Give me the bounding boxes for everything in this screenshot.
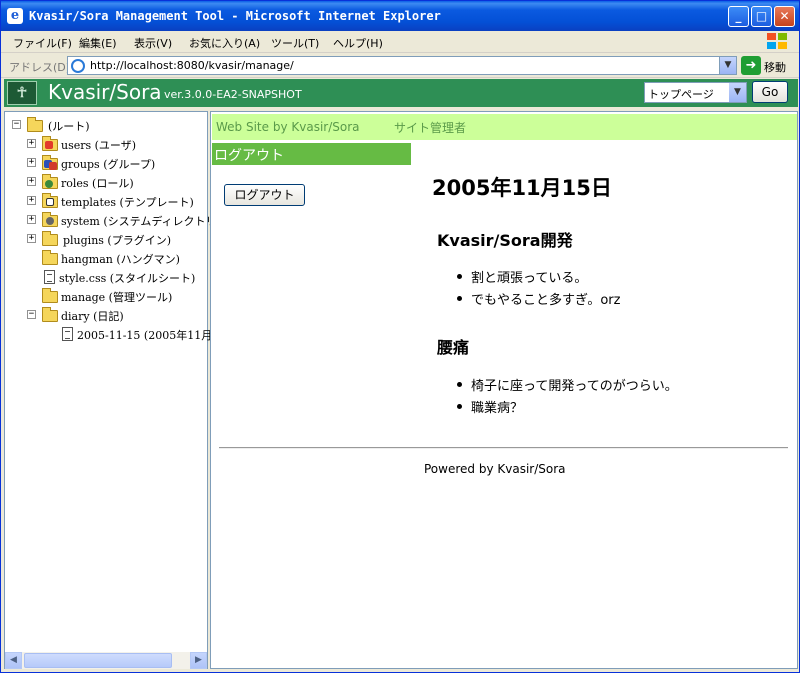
expand-icon[interactable]: + xyxy=(27,158,36,167)
expand-icon[interactable]: + xyxy=(27,234,36,243)
address-dropdown-icon[interactable]: ▼ xyxy=(719,57,736,74)
templates-badge-icon xyxy=(46,198,54,206)
scroll-left-icon[interactable]: ◀ xyxy=(5,652,22,669)
expand-icon[interactable]: + xyxy=(27,139,36,148)
collapse-icon[interactable]: − xyxy=(12,120,21,129)
gear-icon xyxy=(46,217,54,225)
folder-icon xyxy=(42,250,58,265)
menu-help[interactable]: ヘルプ(H) xyxy=(333,35,383,51)
entry-date: 2005年11月15日 xyxy=(432,176,612,200)
logout-heading: ログアウト xyxy=(212,143,411,165)
address-bar: アドレス(D) http://localhost:8080/kvasir/man… xyxy=(1,54,799,78)
tree-label[interactable]: groups (グループ) xyxy=(61,156,155,172)
roles-badge-icon xyxy=(45,180,53,188)
go-arrow-icon[interactable]: ➜ xyxy=(741,56,761,75)
footer: Powered by Kvasir/Sora xyxy=(424,462,566,476)
address-input[interactable]: http://localhost:8080/kvasir/manage/ ▼ xyxy=(67,56,737,75)
site-header: ☥ Kvasir/Sora ver.3.0.0-EA2-SNAPSHOT トップ… xyxy=(4,79,798,107)
section-heading-dev: Kvasir/Sora開発 xyxy=(437,231,573,250)
expand-icon[interactable]: + xyxy=(27,196,36,205)
address-label: アドレス(D) xyxy=(9,61,71,74)
users-badge-icon xyxy=(45,141,53,149)
expand-icon[interactable]: + xyxy=(27,177,36,186)
minimize-button[interactable]: _ xyxy=(728,6,749,27)
page-select[interactable]: トップページ ▼ xyxy=(644,82,747,103)
admin-link[interactable]: サイト管理者 xyxy=(394,119,466,136)
folder-icon xyxy=(42,231,58,246)
tree-label[interactable]: templates (テンプレート) xyxy=(61,194,194,210)
scroll-right-icon[interactable]: ▶ xyxy=(190,652,207,669)
tree-label[interactable]: diary (日記) xyxy=(61,308,124,324)
folder-icon xyxy=(42,307,58,322)
folder-icon xyxy=(27,117,43,132)
title-bar[interactable]: e Kvasir/Sora Management Tool - Microsof… xyxy=(1,1,799,31)
chevron-down-icon[interactable]: ▼ xyxy=(729,83,746,102)
expand-icon[interactable]: + xyxy=(27,215,36,224)
horizontal-scrollbar[interactable]: ◀ ▶ xyxy=(5,652,207,669)
list-item: 椅子に座って開発ってのがつらい。 xyxy=(457,375,678,394)
windows-logo-icon xyxy=(767,33,789,51)
tree-label[interactable]: manage (管理ツール) xyxy=(61,289,172,305)
section-heading-backache: 腰痛 xyxy=(437,338,470,357)
menu-tools[interactable]: ツール(T) xyxy=(271,35,319,51)
page-icon xyxy=(71,59,85,73)
groups-badge-icon xyxy=(49,162,57,170)
kvasir-logo-icon: ☥ xyxy=(7,81,37,105)
list-item: でもやること多すぎ。orz xyxy=(456,289,620,308)
list-item: 職業病？ xyxy=(456,397,523,416)
tree-pane: − (ルート) + users (ユーザ) + groups (グループ) + … xyxy=(4,111,219,669)
logout-button[interactable]: ログアウト xyxy=(224,184,305,206)
go-label[interactable]: 移動 xyxy=(764,59,786,75)
version-label: ver.3.0.0-EA2-SNAPSHOT xyxy=(164,88,302,101)
tree-label[interactable]: users (ユーザ) xyxy=(61,137,136,153)
ie-app-icon: e xyxy=(7,8,23,24)
site-name: Kvasir/Sora xyxy=(48,80,162,104)
scroll-thumb[interactable] xyxy=(24,653,172,668)
tree-label[interactable]: hangman (ハングマン) xyxy=(61,251,180,267)
tree-label[interactable]: system (システムディレクトリ xyxy=(61,213,217,229)
document-icon xyxy=(44,270,55,284)
site-bar: Web Site by Kvasir/Sora サイト管理者 xyxy=(212,114,797,140)
menu-view[interactable]: 表示(V) xyxy=(134,35,172,51)
tree-label[interactable]: roles (ロール) xyxy=(61,175,134,191)
tree-label[interactable]: (ルート) xyxy=(48,118,90,134)
browser-window: e Kvasir/Sora Management Tool - Microsof… xyxy=(0,0,800,673)
menu-file[interactable]: ファイル(F) xyxy=(13,35,72,51)
close-button[interactable]: ✕ xyxy=(774,6,795,27)
window-title: Kvasir/Sora Management Tool - Microsoft … xyxy=(29,9,441,23)
tree-label[interactable]: 2005-11-15 (2005年11月1 xyxy=(77,327,219,343)
list-item: 割と頑張っている。 xyxy=(456,267,587,286)
menu-edit[interactable]: 編集(E) xyxy=(79,35,117,51)
address-url: http://localhost:8080/kvasir/manage/ xyxy=(90,59,294,72)
page-select-value: トップページ xyxy=(648,88,714,101)
folder-icon xyxy=(42,288,58,303)
menu-bar: ファイル(F) 編集(E) 表示(V) お気に入り(A) ツール(T) ヘルプ(… xyxy=(1,31,799,53)
collapse-icon[interactable]: − xyxy=(27,310,36,319)
menu-favorites[interactable]: お気に入り(A) xyxy=(189,35,260,51)
tree-label[interactable]: style.css (スタイルシート) xyxy=(59,270,195,286)
site-line[interactable]: Web Site by Kvasir/Sora xyxy=(216,120,360,134)
document-icon xyxy=(62,327,73,341)
divider xyxy=(219,447,788,449)
content-pane: Web Site by Kvasir/Sora サイト管理者 ログアウト ログア… xyxy=(210,111,798,669)
tree-label[interactable]: plugins (プラグイン) xyxy=(63,232,171,248)
go-button[interactable]: Go xyxy=(752,81,788,103)
maximize-button[interactable]: □ xyxy=(751,6,772,27)
